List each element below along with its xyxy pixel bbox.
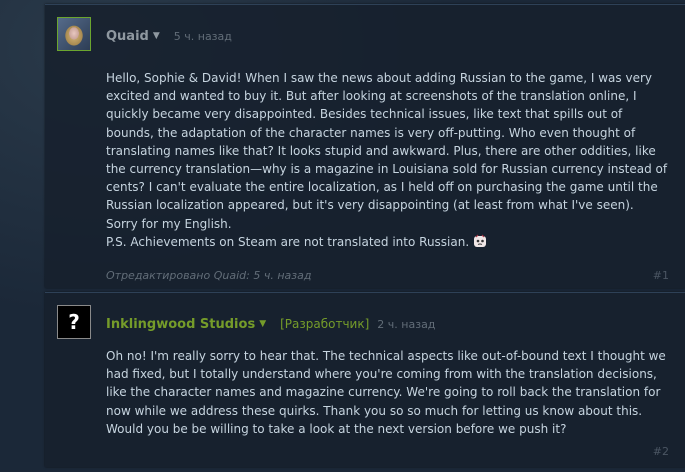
timestamp: 2 ч. назад bbox=[377, 317, 436, 331]
comment-body: Hello, Sophie & David! When I saw the ne… bbox=[106, 69, 668, 251]
avatar[interactable]: ? bbox=[57, 305, 91, 339]
comment-text: Oh no! I'm really sorry to hear that. Th… bbox=[106, 349, 666, 436]
avatar[interactable] bbox=[57, 17, 91, 51]
comment-header: Quaid ▼ 5 ч. назад bbox=[106, 27, 232, 45]
developer-badge: [Разработчик] bbox=[280, 317, 370, 331]
chevron-down-icon[interactable]: ▼ bbox=[153, 31, 160, 41]
comment-text: Hello, Sophie & David! When I saw the ne… bbox=[106, 71, 668, 231]
timestamp: 5 ч. назад bbox=[173, 29, 232, 43]
comment-ps: P.S. Achievements on Steam are not trans… bbox=[106, 234, 470, 249]
comment-number[interactable]: #1 bbox=[653, 269, 669, 282]
author-name[interactable]: Inklingwood Studios bbox=[106, 317, 255, 332]
chevron-down-icon[interactable]: ▼ bbox=[259, 319, 266, 329]
avatar-glyph: ? bbox=[68, 310, 80, 334]
comment-header: Inklingwood Studios ▼ [Разработчик] 2 ч.… bbox=[106, 315, 435, 333]
author-name[interactable]: Quaid bbox=[106, 29, 149, 44]
comment-ps-line: P.S. Achievements on Steam are not trans… bbox=[106, 233, 668, 251]
emoticon-icon bbox=[474, 234, 487, 247]
comment-body: Oh no! I'm really sorry to hear that. Th… bbox=[106, 347, 668, 438]
comment: ? Inklingwood Studios ▼ [Разработчик] 2 … bbox=[45, 292, 685, 467]
edited-note: Отредактировано Quaid: 5 ч. назад bbox=[106, 269, 312, 282]
comment: Quaid ▼ 5 ч. назад Hello, Sophie & David… bbox=[45, 4, 685, 288]
comment-number[interactable]: #2 bbox=[653, 445, 669, 458]
